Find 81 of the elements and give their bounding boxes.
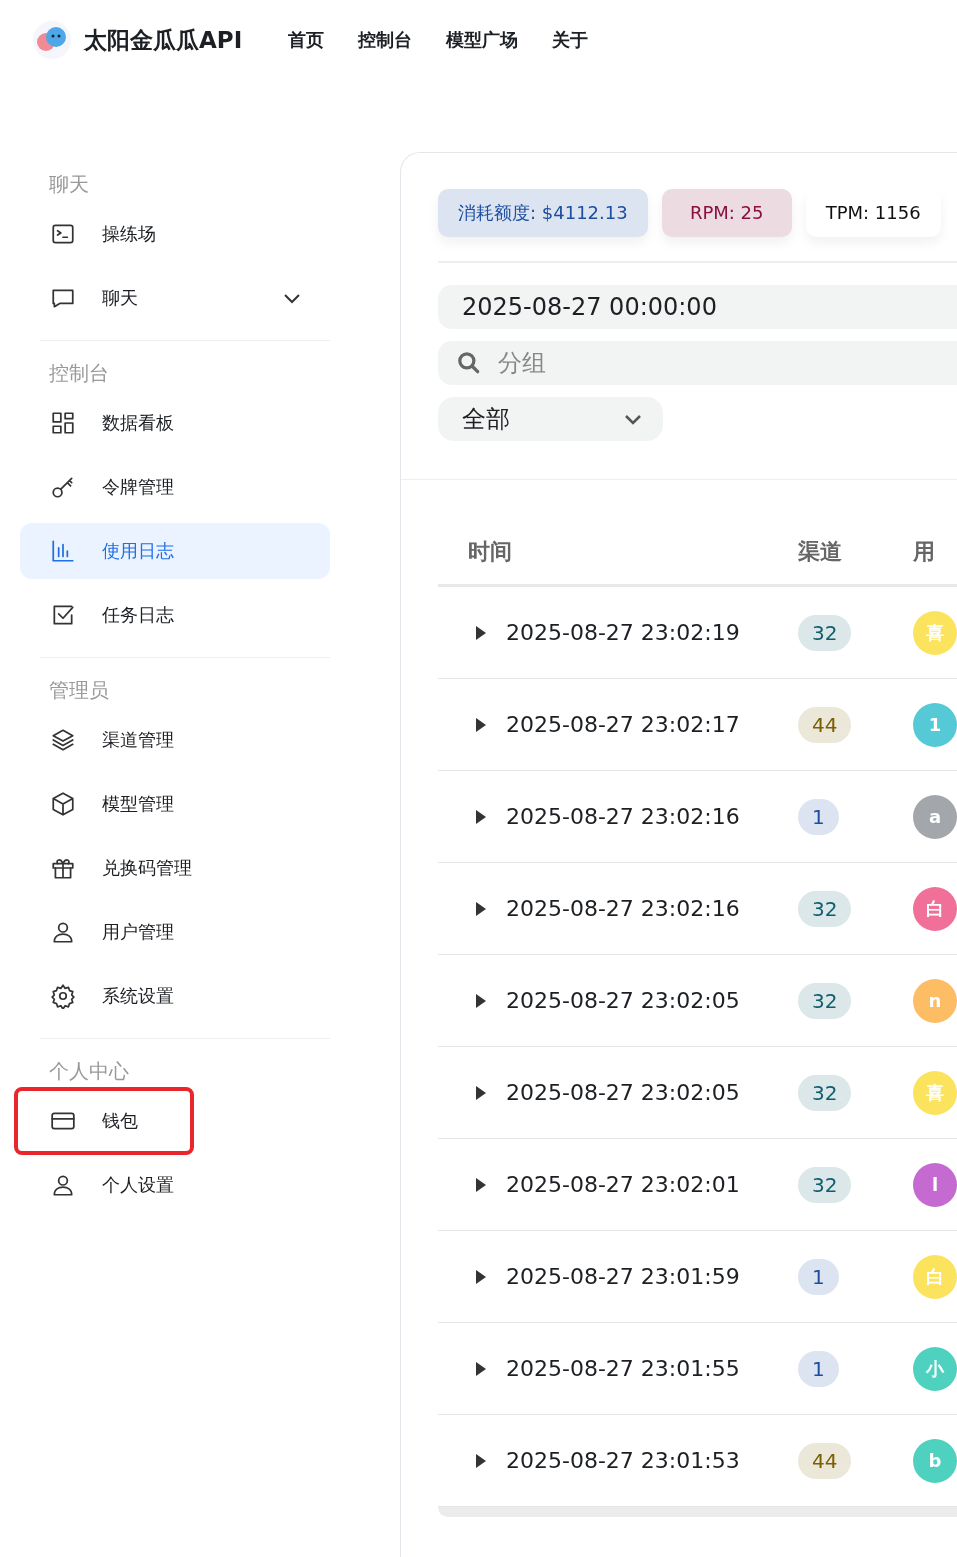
time-cell-text: 2025-08-27 23:02:01 xyxy=(506,1172,741,1197)
user-avatar: 喜 xyxy=(913,610,957,655)
column-header: 渠道 xyxy=(797,538,843,566)
expand-icon[interactable] xyxy=(476,1085,486,1100)
sidebar-item[interactable]: 操练场 xyxy=(20,206,330,262)
date-field[interactable]: 2025-08-27 00:00:00 xyxy=(438,285,957,329)
expand-icon[interactable] xyxy=(476,901,486,916)
nav-link[interactable]: 首页 xyxy=(288,28,325,52)
user-avatar: 白 xyxy=(913,1254,957,1299)
user-avatar: a xyxy=(913,794,957,839)
time-cell-text: 2025-08-27 23:02:17 xyxy=(506,712,741,737)
expand-icon[interactable] xyxy=(476,993,486,1008)
channel-tag: 44 xyxy=(798,1442,852,1479)
sidebar-item[interactable]: 钱包 xyxy=(20,1093,188,1149)
group-select[interactable]: 全部 xyxy=(438,397,663,441)
channel-tag: 32 xyxy=(798,614,852,651)
expand-icon[interactable] xyxy=(476,717,486,732)
scroll-bar[interactable] xyxy=(438,1507,957,1517)
section-title: 管理员 xyxy=(49,677,110,704)
expand-icon[interactable] xyxy=(476,809,486,824)
sidebar-item[interactable]: 模型管理 xyxy=(20,776,330,832)
time-cell-text: 2025-08-27 23:02:05 xyxy=(506,988,741,1013)
group-search-field[interactable]: 分组 xyxy=(438,341,957,385)
sidebar-item[interactable]: 系统设置 xyxy=(20,968,330,1024)
expand-icon[interactable] xyxy=(476,625,486,640)
stat-badge: RPM: 25 xyxy=(661,189,792,237)
search-icon xyxy=(456,350,482,376)
sidebar-item[interactable]: 数据看板 xyxy=(20,395,330,451)
user-avatar: 小 xyxy=(913,1346,957,1391)
channel-tag: 1 xyxy=(798,1258,839,1295)
channel-tag: 1 xyxy=(798,798,839,835)
nav-link[interactable]: 关于 xyxy=(552,28,589,52)
time-cell-text: 2025-08-27 23:02:16 xyxy=(506,804,741,829)
user-avatar: 白 xyxy=(913,886,957,931)
channel-tag: 32 xyxy=(798,982,852,1019)
sidebar-item[interactable]: 兑换码管理 xyxy=(20,840,330,896)
sidebar-item[interactable]: 令牌管理 xyxy=(20,459,330,515)
expand-icon[interactable] xyxy=(476,1269,486,1284)
expand-icon[interactable] xyxy=(476,1177,486,1192)
time-cell-text: 2025-08-27 23:01:59 xyxy=(506,1264,741,1289)
time-cell-text: 2025-08-27 23:02:19 xyxy=(506,620,741,645)
time-cell-text: 2025-08-27 23:01:53 xyxy=(506,1448,741,1473)
logo-icon xyxy=(32,20,72,60)
check-icon xyxy=(50,602,76,628)
sidebar-item[interactable]: 个人设置 xyxy=(20,1157,330,1213)
channel-tag: 32 xyxy=(798,1074,852,1111)
user-avatar: 喜 xyxy=(913,1070,957,1115)
user-avatar: b xyxy=(913,1438,957,1483)
section-title: 个人中心 xyxy=(49,1058,130,1085)
channel-tag: 32 xyxy=(798,1166,852,1203)
nav-link[interactable]: 模型广场 xyxy=(446,28,519,52)
time-cell-text: 2025-08-27 23:02:05 xyxy=(506,1080,741,1105)
stat-badge: TPM: 1156 xyxy=(805,189,941,237)
section-title: 聊天 xyxy=(49,171,90,198)
time-cell-text: 2025-08-27 23:02:16 xyxy=(506,896,741,921)
column-header: 用 xyxy=(913,538,935,566)
channel-tag: 44 xyxy=(798,706,852,743)
time-cell-text: 2025-08-27 23:01:55 xyxy=(506,1356,741,1381)
chart-icon xyxy=(50,538,76,564)
sidebar-item[interactable]: 任务日志 xyxy=(20,587,330,643)
column-header: 时间 xyxy=(467,538,513,566)
nav-link[interactable]: 控制台 xyxy=(358,28,413,52)
section-title: 控制台 xyxy=(49,360,110,387)
terminal-icon xyxy=(50,221,76,247)
expand-icon[interactable] xyxy=(476,1453,486,1468)
layers-icon xyxy=(50,727,76,753)
brand-name: 太阳金瓜瓜API xyxy=(84,25,243,55)
sidebar-item[interactable]: 用户管理 xyxy=(20,904,330,960)
grid-icon xyxy=(50,410,76,436)
user-avatar: l xyxy=(913,1162,957,1207)
channel-tag: 32 xyxy=(798,890,852,927)
sidebar-item[interactable]: 渠道管理 xyxy=(20,712,330,768)
expand-icon[interactable] xyxy=(476,1361,486,1376)
box-icon xyxy=(50,791,76,817)
user-avatar: 1 xyxy=(913,702,957,747)
stat-badge: 消耗额度: $4112.13 xyxy=(438,189,648,237)
sidebar-item[interactable]: 使用日志 xyxy=(20,523,330,579)
user-avatar: n xyxy=(913,978,957,1023)
channel-tag: 1 xyxy=(798,1350,839,1387)
gear-icon xyxy=(50,983,76,1009)
sidebar-item[interactable]: 聊天 xyxy=(20,270,330,326)
